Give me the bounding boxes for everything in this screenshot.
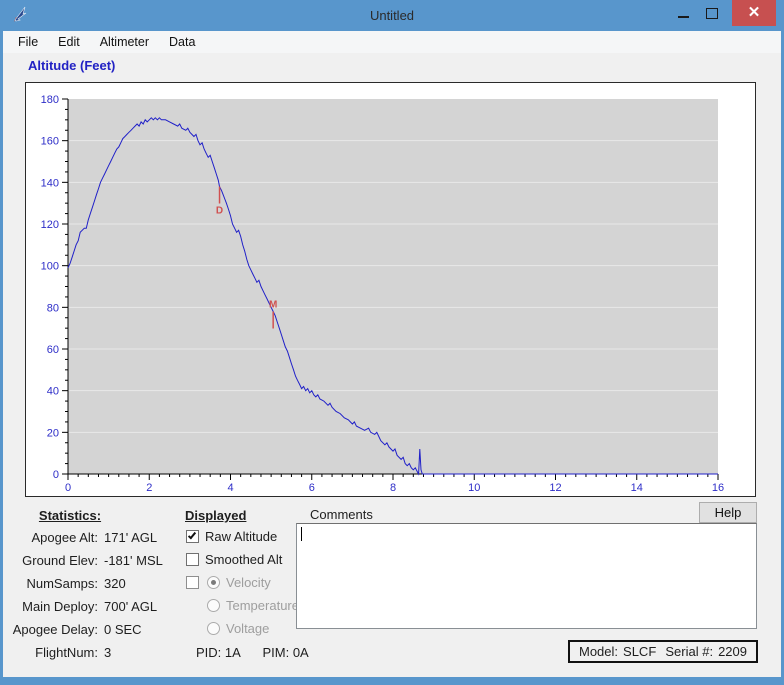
svg-text:100: 100 [41, 261, 59, 273]
svg-text:80: 80 [47, 302, 59, 314]
svg-text:12: 12 [549, 482, 561, 494]
pim-label: PIM: [262, 645, 289, 660]
altitude-chart-svg: 0 20 40 60 80 100 120 140 160 180 0 2 4 6 8 10 12 14 16 D M [26, 83, 755, 496]
model-label: Model: [579, 644, 618, 659]
raw-altitude-row: Raw Altitude [186, 529, 277, 544]
voltage-row: Voltage [207, 621, 269, 636]
maximize-icon [706, 8, 718, 19]
checkmark-icon [188, 531, 196, 540]
svg-text:20: 20 [47, 427, 59, 439]
comments-label: Comments [310, 507, 373, 522]
close-icon: ✕ [748, 0, 761, 26]
svg-text:0: 0 [65, 482, 71, 494]
svg-text:16: 16 [712, 482, 724, 494]
svg-text:0: 0 [53, 469, 59, 481]
device-info-box: Model: SLCF Serial #: 2209 [568, 640, 758, 663]
svg-text:120: 120 [41, 219, 59, 231]
help-button[interactable]: Help [699, 502, 757, 523]
window-frame-left [0, 0, 3, 685]
velocity-row: Velocity [186, 575, 271, 590]
chart-title: Altitude (Feet) [28, 58, 115, 73]
smoothed-alt-checkbox[interactable] [186, 553, 199, 566]
stat-value: 3 [104, 645, 111, 660]
raw-altitude-checkbox[interactable] [186, 530, 199, 543]
rocket-app-icon[interactable] [10, 5, 30, 25]
altitude-chart-panel: 0 20 40 60 80 100 120 140 160 180 0 2 4 6 8 10 12 14 16 D M [25, 82, 756, 497]
radio-dot [211, 580, 216, 585]
stat-value: 320 [104, 576, 126, 591]
statistics-header: Statistics: [20, 508, 120, 523]
window-title: Untitled [0, 0, 784, 31]
menu-data[interactable]: Data [159, 33, 205, 51]
stat-label: Ground Elev: [10, 553, 98, 568]
smoothed-alt-row: Smoothed Alt [186, 552, 282, 567]
close-button[interactable]: ✕ [732, 0, 776, 26]
svg-text:6: 6 [309, 482, 315, 494]
svg-text:M: M [269, 300, 277, 311]
menu-file[interactable]: File [8, 33, 48, 51]
app-window: Untitled ✕ File Edit Altimeter Data Alti… [0, 0, 784, 685]
rocket-body [15, 7, 26, 21]
stat-label: FlightNum: [10, 645, 98, 660]
aux-series-checkbox[interactable] [186, 576, 199, 589]
menubar: File Edit Altimeter Data [3, 31, 781, 53]
smoothed-alt-label[interactable]: Smoothed Alt [205, 552, 282, 567]
pid-pim-row: PID: 1A PIM: 0A [196, 645, 309, 660]
stat-label: NumSamps: [10, 576, 98, 591]
stat-value: 0 SEC [104, 622, 142, 637]
svg-text:10: 10 [468, 482, 480, 494]
stat-value: 700' AGL [104, 599, 157, 614]
menu-altimeter[interactable]: Altimeter [90, 33, 159, 51]
stat-label: Main Deploy: [10, 599, 98, 614]
voltage-label: Voltage [226, 621, 269, 636]
displayed-header: Displayed [185, 508, 246, 523]
svg-text:60: 60 [47, 344, 59, 356]
pim-value: 0A [293, 645, 309, 660]
temperature-label: Temperature [226, 598, 299, 613]
svg-text:14: 14 [631, 482, 643, 494]
serial-label: Serial #: [665, 644, 713, 659]
svg-text:180: 180 [41, 94, 59, 106]
comments-textarea[interactable] [296, 523, 757, 629]
pid-value: 1A [225, 645, 241, 660]
velocity-label: Velocity [226, 575, 271, 590]
raw-altitude-label[interactable]: Raw Altitude [205, 529, 277, 544]
window-frame-bottom [0, 677, 784, 685]
titlebar[interactable]: Untitled ✕ [0, 0, 784, 31]
pid-label: PID: [196, 645, 221, 660]
svg-text:140: 140 [41, 177, 59, 189]
svg-text:40: 40 [47, 386, 59, 398]
stat-value: -181' MSL [104, 553, 163, 568]
svg-text:D: D [216, 206, 223, 217]
text-caret [301, 527, 302, 541]
velocity-radio [207, 576, 220, 589]
svg-text:2: 2 [146, 482, 152, 494]
stat-label: Apogee Alt: [10, 530, 98, 545]
menu-edit[interactable]: Edit [48, 33, 90, 51]
minimize-icon [678, 16, 689, 18]
minimize-button[interactable] [670, 0, 696, 26]
serial-value: 2209 [718, 644, 747, 659]
svg-text:160: 160 [41, 136, 59, 148]
temperature-row: Temperature [207, 598, 299, 613]
svg-text:4: 4 [227, 482, 233, 494]
stat-label: Apogee Delay: [10, 622, 98, 637]
svg-text:8: 8 [390, 482, 396, 494]
voltage-radio [207, 622, 220, 635]
maximize-button[interactable] [698, 0, 726, 26]
stat-value: 171' AGL [104, 530, 157, 545]
temperature-radio [207, 599, 220, 612]
model-value: SLCF [623, 644, 656, 659]
